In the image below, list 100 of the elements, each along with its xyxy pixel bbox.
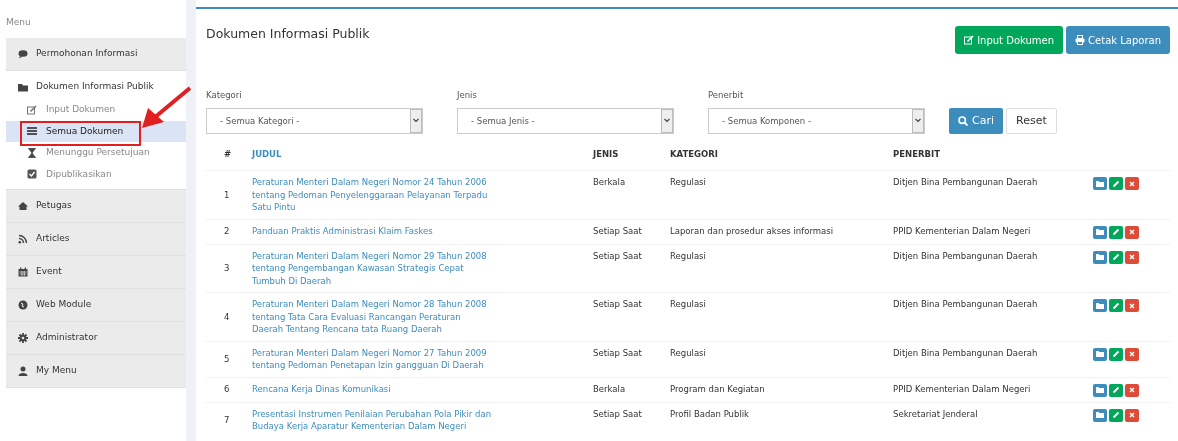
hourglass-icon xyxy=(27,147,37,158)
delete-button[interactable] xyxy=(1125,250,1139,264)
view-button[interactable] xyxy=(1093,383,1107,397)
chevron-down-icon xyxy=(661,109,673,133)
menu-label: Menu xyxy=(6,16,32,29)
table-cell-text: Regulasi xyxy=(670,176,707,189)
dropdown-field[interactable]: - Semua Kategori - xyxy=(206,108,423,134)
document-link[interactable]: Peraturan Menteri Dalam Negeri Nomor 27 Tahun 2009 tentang Pedoman Penetapan Izin gangguan Di Daerah xyxy=(252,346,593,372)
pencil-icon xyxy=(1111,300,1121,311)
document-link[interactable]: Rencana Kerja Dinas Komunikasi xyxy=(252,382,593,395)
chevron-down-icon xyxy=(912,109,924,133)
table-cell-text: Laporan dan prosedur akses informasi xyxy=(670,224,835,237)
table-cell-text: Setiap Saat xyxy=(593,224,643,237)
table-cell-text: Regulasi xyxy=(670,298,707,311)
dropdown-field[interactable]: - Semua Jenis - xyxy=(457,108,674,134)
reset-button[interactable]: Reset xyxy=(1006,108,1057,134)
table-cell-text: Regulasi xyxy=(670,346,707,359)
delete-button[interactable] xyxy=(1125,177,1139,190)
submenu-item[interactable]: Dipublikasikan xyxy=(6,163,186,185)
user-icon xyxy=(18,366,28,376)
folder-icon xyxy=(1095,385,1105,395)
close-icon xyxy=(1127,252,1137,262)
table-cell-text: 5 xyxy=(223,352,231,366)
globe-icon xyxy=(18,300,28,310)
edit-button[interactable] xyxy=(1109,177,1123,190)
list-icon xyxy=(27,126,37,137)
pencil-icon xyxy=(1111,385,1121,395)
delete-button[interactable] xyxy=(1125,225,1139,239)
document-link[interactable]: Peraturan Menteri Dalam Negeri Nomor 28 Tahun 2008 tentang Tata Cara Evaluasi Rancangan Peraturan Daerah Tentang Rencana tata Ruang Daerah xyxy=(252,298,593,336)
folder-icon xyxy=(1095,300,1105,311)
table-cell-text: Regulasi xyxy=(670,249,707,262)
table-cell-text: Ditjen Bina Pembangunan Daerah xyxy=(893,346,1039,359)
search-icon xyxy=(958,116,968,126)
document-link[interactable]: Peraturan Menteri Dalam Negeri Nomor 29 Tahun 2008 tentang Pengembangan Kawasan Strategis Cepat Tumbuh Di Daerah xyxy=(252,249,593,287)
delete-button[interactable] xyxy=(1125,408,1139,422)
menu-item[interactable]: Permohonan Informasi xyxy=(6,38,186,70)
search-button[interactable]: Cari xyxy=(949,108,1003,134)
document-link[interactable]: Panduan Praktis Administrasi Klaim Faskes xyxy=(252,224,593,237)
view-button[interactable] xyxy=(1093,177,1107,190)
edit-button[interactable] xyxy=(1109,408,1123,422)
edit-button[interactable] xyxy=(1109,299,1123,312)
edit-icon xyxy=(964,35,975,45)
menu-item[interactable]: Web Module xyxy=(6,289,186,321)
view-button[interactable] xyxy=(1093,347,1107,361)
menu-item[interactable]: Articles xyxy=(6,223,186,255)
rss-icon xyxy=(18,234,28,244)
filter-label: Kategori xyxy=(206,89,243,102)
column-header: JENIS xyxy=(593,148,620,161)
view-button[interactable] xyxy=(1093,299,1107,312)
table-cell-text: Profil Badan Publik xyxy=(670,407,751,420)
table-cell-text: Program dan Kegiatan xyxy=(670,382,766,395)
print-report-button[interactable]: Cetak Laporan xyxy=(1066,26,1170,54)
folder-icon xyxy=(1095,349,1105,359)
folder-icon xyxy=(1095,227,1105,237)
menu-item[interactable]: Administrator xyxy=(6,322,186,354)
dropdown-field[interactable]: - Semua Komponen - xyxy=(708,108,925,134)
table-cell-text: 1 xyxy=(223,188,231,201)
printer-icon xyxy=(1075,35,1086,45)
edit-button[interactable] xyxy=(1109,383,1123,397)
table-cell-text: Sekretariat Jenderal xyxy=(893,407,979,420)
page-title: Dokumen Informasi Publik xyxy=(206,25,370,43)
document-link[interactable]: Peraturan Menteri Dalam Negeri Nomor 24 Tahun 2006 tentang Pedoman Penyelenggaraan Pelayanan Terpadu Satu Pintu xyxy=(252,176,593,214)
view-button[interactable] xyxy=(1093,408,1107,422)
table-cell-text: Ditjen Bina Pembangunan Daerah xyxy=(893,249,1039,262)
delete-button[interactable] xyxy=(1125,299,1139,312)
filter-label: Jenis xyxy=(457,89,478,102)
close-icon xyxy=(1127,410,1137,420)
table-cell-text: 2 xyxy=(223,225,231,238)
delete-button[interactable] xyxy=(1125,347,1139,361)
table-cell-text: PPID Kementerian Dalam Negeri xyxy=(893,382,1032,395)
chat-icon xyxy=(18,49,28,59)
folder-icon xyxy=(1095,178,1105,189)
edit-button[interactable] xyxy=(1109,347,1123,361)
filter-label: Penerbit xyxy=(708,89,745,102)
pencil-icon xyxy=(1111,178,1121,189)
menu-item[interactable]: My Menu xyxy=(6,355,186,387)
table-cell-text: Ditjen Bina Pembangunan Daerah xyxy=(893,176,1039,189)
pencil-icon xyxy=(1111,252,1121,262)
edit-button[interactable] xyxy=(1109,250,1123,264)
menu-item[interactable]: Event xyxy=(6,256,186,288)
table-cell-text: Ditjen Bina Pembangunan Daerah xyxy=(893,298,1039,311)
edit-button[interactable] xyxy=(1109,225,1123,239)
table-cell-text: 6 xyxy=(223,383,231,396)
view-button[interactable] xyxy=(1093,225,1107,239)
delete-button[interactable] xyxy=(1125,383,1139,397)
input-document-button[interactable]: Input Dokumen xyxy=(955,26,1064,54)
submenu-item[interactable]: Menunggu Persetujuan xyxy=(6,142,186,164)
table-cell-text: 3 xyxy=(223,262,231,275)
table-cell-text: 4 xyxy=(223,310,231,323)
folder-icon xyxy=(1095,410,1105,420)
table-cell-text: PPID Kementerian Dalam Negeri xyxy=(893,224,1032,237)
table-cell-text: Setiap Saat xyxy=(593,298,643,311)
view-button[interactable] xyxy=(1093,250,1107,264)
document-link[interactable]: Presentasi Instrumen Penilaian Perubahan Pola Pikir dan Budaya Kerja Aparatur Kementerian Dalam Negeri xyxy=(252,407,593,433)
gear-icon xyxy=(18,333,28,343)
close-icon xyxy=(1127,349,1137,359)
chevron-down-icon xyxy=(410,109,422,133)
menu-item[interactable]: Petugas xyxy=(6,190,186,222)
checkbox-icon xyxy=(27,169,37,180)
column-header[interactable]: JUDUL xyxy=(252,148,593,161)
